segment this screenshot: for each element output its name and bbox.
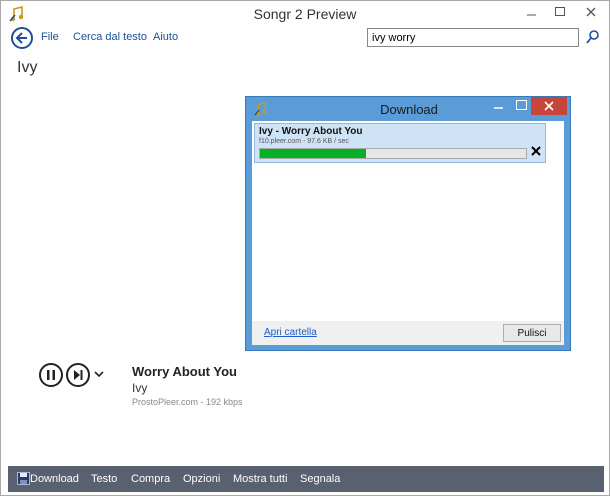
pause-icon [47, 370, 55, 380]
download-list: Ivy - Worry About You f10.pleer.com - 97… [252, 121, 564, 345]
dialog-footer: Apri cartella Pulisci [252, 321, 564, 345]
download-progress-bar [259, 148, 527, 159]
buy-button[interactable]: Compra [131, 473, 170, 485]
floppy-disk-icon [17, 472, 30, 485]
close-icon [544, 101, 554, 111]
lyrics-button[interactable]: Testo [91, 473, 117, 485]
menu-bar: File Cerca dal testo Aiuto [1, 27, 609, 51]
options-button[interactable]: Opzioni [183, 473, 220, 485]
bottom-toolbar: Download Testo Compra Opzioni Mostra tut… [8, 466, 604, 492]
download-button[interactable]: Download [30, 473, 79, 485]
pause-button[interactable] [39, 363, 63, 387]
title-bar: Songr 2 Preview [1, 1, 609, 27]
main-window: Songr 2 Preview File Cerca dal testo Aiu… [0, 0, 610, 496]
cancel-download-button[interactable] [531, 146, 543, 158]
song-source: ProstoPleer.com - 192 kbps [132, 397, 243, 407]
dialog-minimize-button[interactable] [494, 101, 504, 111]
minimize-icon [527, 14, 536, 16]
menu-help[interactable]: Aiuto [153, 31, 178, 43]
song-title: Worry About You [132, 364, 237, 379]
menu-search-by-lyrics[interactable]: Cerca dal testo [73, 31, 147, 43]
download-item[interactable]: Ivy - Worry About You f10.pleer.com - 97… [254, 123, 546, 163]
download-dialog: Download Ivy - Worry About You f10.pleer… [245, 96, 571, 351]
page-title: Ivy [17, 59, 38, 76]
close-icon [586, 7, 596, 17]
close-button[interactable] [574, 1, 608, 23]
show-all-button[interactable]: Mostra tutti [233, 473, 287, 485]
next-button[interactable] [66, 363, 90, 387]
maximize-button[interactable] [546, 1, 574, 23]
skip-next-icon [74, 370, 83, 380]
report-button[interactable]: Segnala [300, 473, 340, 485]
back-button[interactable] [11, 27, 33, 49]
download-item-info: f10.pleer.com - 97.6 KB / sec [259, 138, 349, 145]
maximize-icon [555, 7, 565, 16]
minimize-button[interactable] [518, 1, 546, 23]
download-item-name: Ivy - Worry About You [259, 126, 363, 137]
dialog-close-button[interactable] [531, 97, 567, 115]
open-folder-link[interactable]: Apri cartella [264, 327, 317, 338]
download-progress-fill [260, 149, 366, 158]
back-arrow-icon [15, 32, 27, 44]
search-icon[interactable] [585, 29, 601, 45]
song-artist: Ivy [132, 381, 148, 395]
clean-button[interactable]: Pulisci [503, 324, 561, 342]
close-icon [531, 146, 541, 156]
menu-file[interactable]: File [41, 31, 59, 43]
chevron-down-icon[interactable] [94, 369, 104, 379]
dialog-maximize-button[interactable] [516, 100, 527, 110]
search-input[interactable] [367, 28, 579, 47]
